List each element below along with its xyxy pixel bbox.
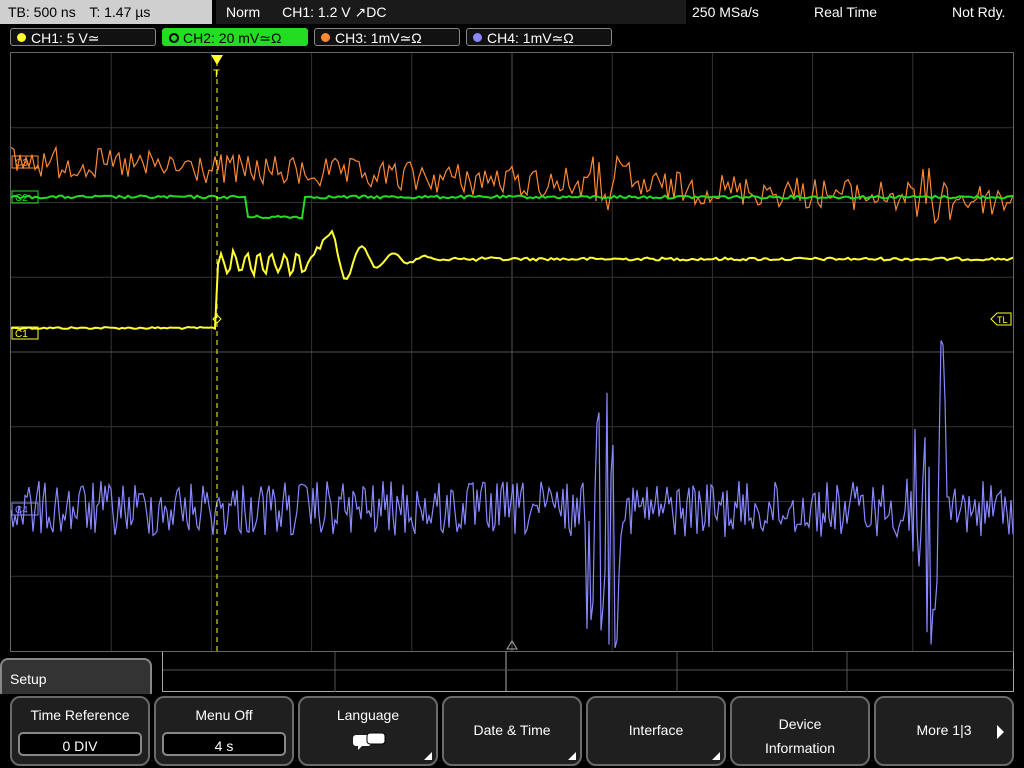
ch2-color-dot [169, 33, 179, 43]
waveform-display[interactable]: T C1 C2 C3 C4 TL [10, 52, 1014, 652]
trigger-marker-icon[interactable] [211, 55, 223, 65]
time-reference-button[interactable]: Time Reference 0 DIV [10, 696, 150, 766]
tab-ch2[interactable]: CH2: 20 mV≃Ω [162, 28, 308, 46]
timebase-box[interactable]: TB: 500 ns T: 1.47 µs [0, 0, 212, 24]
ch4-label: CH4: 1mV≃Ω [487, 30, 574, 46]
trigger-marker-label: T [213, 68, 220, 80]
submenu-corner-icon [712, 752, 720, 760]
ch2-marker-label: C2 [15, 193, 28, 204]
graticule [11, 53, 1013, 651]
menu-off-button[interactable]: Menu Off 4 s [154, 696, 294, 766]
time-reference-label: Time Reference [30, 707, 130, 723]
date-time-button[interactable]: Date & Time [442, 696, 582, 766]
submenu-corner-icon [424, 752, 432, 760]
menu-off-value: 4 s [162, 732, 286, 756]
menu-title: Setup [0, 658, 152, 696]
ch1-label: CH1: 5 V≃ [31, 30, 100, 46]
menu-off-label: Menu Off [195, 707, 253, 723]
device-info-label-1: Device [778, 716, 822, 732]
status-bar: TB: 500 ns T: 1.47 µs Norm CH1: 1.2 V ↗D… [0, 0, 1024, 26]
softkey-bar: Time Reference 0 DIV Menu Off 4 s Langua… [0, 694, 1024, 768]
time-reference-value: 0 DIV [18, 732, 142, 756]
ch3-marker-label: C3 [15, 158, 28, 169]
strip-ticks [163, 652, 1015, 692]
more-button[interactable]: More 1|3 [874, 696, 1014, 766]
trigger-source: CH1: 1.2 V ↗DC [282, 4, 387, 20]
language-label: Language [336, 707, 400, 723]
trigger-time: T: 1.47 µs [89, 4, 151, 20]
trigger-info[interactable]: Norm CH1: 1.2 V ↗DC [216, 0, 686, 24]
more-label: More 1|3 [916, 722, 972, 738]
submenu-corner-icon [568, 752, 576, 760]
sample-rate: 250 MSa/s [692, 4, 759, 20]
device-information-button[interactable]: Device Information [730, 696, 870, 766]
date-time-label: Date & Time [473, 722, 551, 738]
device-info-label-2: Information [764, 740, 836, 756]
acquisition-mode: Real Time [814, 4, 878, 20]
ch1-marker-label: C1 [15, 329, 28, 340]
tab-ch1[interactable]: CH1: 5 V≃ [10, 28, 156, 46]
timebase: TB: 500 ns [8, 4, 76, 20]
language-button[interactable]: Language [298, 696, 438, 766]
arrow-right-icon [997, 725, 1004, 739]
acquisition-status: Not Rdy. [952, 4, 1006, 20]
zoom-strip [162, 652, 1015, 692]
interface-label: Interface [628, 722, 684, 738]
waveform-canvas: T C1 C2 C3 C4 TL [11, 53, 1013, 651]
trigger-mode: Norm [226, 4, 261, 20]
tab-ch3[interactable]: CH3: 1mV≃Ω [314, 28, 460, 46]
ch2-label: CH2: 20 mV≃Ω [183, 30, 282, 46]
ch3-label: CH3: 1mV≃Ω [335, 30, 422, 46]
trigger-level-label: TL [997, 315, 1008, 325]
ch3-color-dot [321, 33, 330, 42]
interface-button[interactable]: Interface [586, 696, 726, 766]
speech-bubbles-icon [352, 732, 388, 757]
tab-ch4[interactable]: CH4: 1mV≃Ω [466, 28, 612, 46]
ch4-marker-label: C4 [15, 505, 28, 516]
ch4-color-dot [473, 33, 482, 42]
ch1-color-dot [17, 33, 26, 42]
